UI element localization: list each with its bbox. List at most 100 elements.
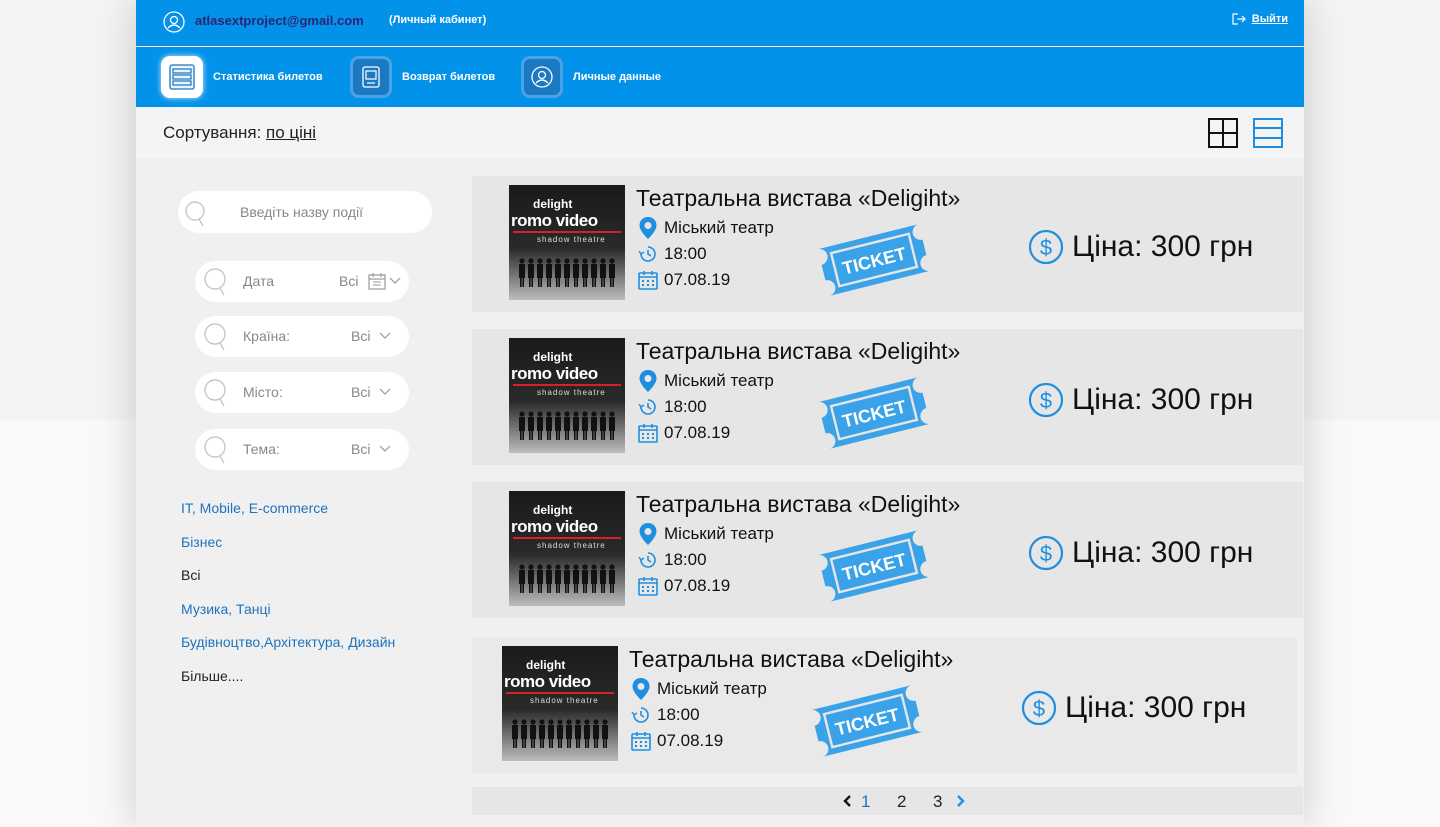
time-text: 18:00 bbox=[664, 244, 707, 263]
poster-main-text: romo video bbox=[511, 364, 598, 383]
event-time: 18:00 bbox=[631, 705, 700, 725]
date-text: 07.08.19 bbox=[664, 576, 731, 595]
page-link-1[interactable]: 1 bbox=[861, 792, 870, 812]
event-search-input[interactable]: Введіть назву події bbox=[178, 191, 432, 233]
event-venue: Міський театр bbox=[631, 677, 767, 701]
ticket-icon[interactable]: TICKET bbox=[812, 373, 936, 453]
personal-data-icon bbox=[521, 56, 563, 98]
nav-label-personal-data: Личные данные bbox=[573, 71, 661, 83]
category-link-architecture[interactable]: Будівноцтво,Архітектура, Дизайн bbox=[181, 634, 395, 650]
date-text: 07.08.19 bbox=[657, 731, 724, 750]
poster-line bbox=[513, 384, 621, 386]
event-price: $ Ціна: 300 грн bbox=[1028, 535, 1253, 571]
top-bar: atlasextproject@gmail.com (Личный кабине… bbox=[136, 0, 1304, 46]
category-all[interactable]: Всі bbox=[181, 567, 200, 583]
next-page-icon[interactable] bbox=[956, 795, 966, 807]
event-price: $ Ціна: 300 грн bbox=[1021, 690, 1246, 726]
event-card[interactable]: delight romo video shadow theatre Театральн… bbox=[472, 329, 1303, 465]
theme-filter[interactable]: Тема: Всі bbox=[195, 429, 409, 470]
date-filter-value: Всі bbox=[339, 273, 359, 289]
event-time: 18:00 bbox=[638, 244, 707, 264]
theme-filter-value: Всі bbox=[351, 441, 371, 457]
poster-sub-text: shadow theatre bbox=[537, 541, 606, 550]
price-text: Ціна: 300 грн bbox=[1072, 230, 1254, 263]
category-link-business[interactable]: Бізнес bbox=[181, 534, 222, 550]
search-icon bbox=[204, 323, 226, 351]
user-email[interactable]: atlasextproject@gmail.com bbox=[195, 13, 364, 28]
price-text: Ціна: 300 грн bbox=[1065, 691, 1247, 724]
event-date: 07.08.19 bbox=[638, 576, 730, 596]
theme-filter-label: Тема: bbox=[243, 441, 280, 457]
event-date: 07.08.19 bbox=[631, 731, 723, 751]
logout-icon bbox=[1232, 13, 1246, 25]
event-venue: Міський театр bbox=[638, 216, 774, 240]
city-filter[interactable]: Місто: Всі bbox=[195, 372, 409, 413]
svg-text:$: $ bbox=[1033, 696, 1045, 721]
event-price: $ Ціна: 300 грн bbox=[1028, 229, 1253, 265]
nav-item-personal-data[interactable]: Личные данные bbox=[521, 56, 661, 98]
poster-top-text: delight bbox=[533, 197, 573, 211]
time-text: 18:00 bbox=[664, 550, 707, 569]
location-pin-icon bbox=[632, 678, 650, 700]
category-link-it[interactable]: IT, Mobile, E-commerce bbox=[181, 500, 328, 516]
chevron-down-icon bbox=[389, 277, 401, 284]
event-venue: Міський театр bbox=[638, 369, 774, 393]
calendar-icon bbox=[638, 271, 658, 290]
poster-sub-text: shadow theatre bbox=[537, 235, 606, 244]
event-title[interactable]: Театральна вистава «Deligiht» bbox=[636, 185, 960, 212]
filter-sidebar: Введіть назву події Дата Всі Країна: Всі… bbox=[136, 158, 472, 827]
event-poster[interactable]: delight romo video shadow theatre bbox=[502, 646, 618, 761]
dollar-icon: $ bbox=[1021, 690, 1057, 726]
ticket-return-icon bbox=[350, 56, 392, 98]
event-poster[interactable]: delight romo video shadow theatre bbox=[509, 338, 625, 453]
category-link-music[interactable]: Музика, Танці bbox=[181, 601, 271, 617]
price-text: Ціна: 300 грн bbox=[1072, 383, 1254, 416]
event-title[interactable]: Театральна вистава «Deligiht» bbox=[629, 646, 953, 673]
time-text: 18:00 bbox=[657, 705, 700, 724]
prev-page-icon[interactable] bbox=[842, 795, 852, 807]
pagination: 1 2 3 bbox=[472, 787, 1303, 815]
nav-label-ticket-stats: Статистика билетов bbox=[213, 71, 323, 83]
event-card[interactable]: delight romo video shadow theatre Театральн… bbox=[472, 176, 1303, 312]
country-filter-label: Країна: bbox=[243, 328, 291, 344]
nav-item-ticket-return[interactable]: Возврат билетов bbox=[350, 56, 495, 98]
event-poster[interactable]: delight romo video shadow theatre bbox=[509, 491, 625, 606]
page-link-3[interactable]: 3 bbox=[933, 792, 942, 812]
search-icon bbox=[204, 268, 226, 296]
personal-cabinet-label[interactable]: (Личный кабинет) bbox=[389, 14, 486, 26]
country-filter[interactable]: Країна: Всі bbox=[195, 316, 409, 357]
poster-line bbox=[513, 537, 621, 539]
svg-text:$: $ bbox=[1040, 235, 1052, 260]
event-card[interactable]: delight romo video shadow theatre Театральн… bbox=[472, 637, 1297, 773]
ticket-icon[interactable]: TICKET bbox=[805, 681, 929, 761]
logout-button[interactable]: Выйти bbox=[1232, 13, 1288, 25]
city-filter-label: Місто: bbox=[243, 384, 283, 400]
sort-control[interactable]: Сортування: по ціні bbox=[163, 123, 316, 143]
category-more[interactable]: Більше.... bbox=[181, 668, 243, 684]
page-link-2[interactable]: 2 bbox=[897, 792, 906, 812]
venue-text: Міський театр bbox=[664, 218, 774, 237]
sort-value[interactable]: по ціні bbox=[266, 123, 316, 142]
ticket-icon[interactable]: TICKET bbox=[812, 220, 936, 300]
nav-item-ticket-stats[interactable]: Статистика билетов bbox=[161, 56, 323, 98]
venue-text: Міський театр bbox=[657, 679, 767, 698]
chevron-down-icon bbox=[379, 388, 391, 395]
ticket-icon[interactable]: TICKET bbox=[812, 526, 936, 606]
event-title[interactable]: Театральна вистава «Deligiht» bbox=[636, 491, 960, 518]
poster-top-text: delight bbox=[526, 658, 566, 672]
list-view-icon[interactable] bbox=[1253, 118, 1283, 148]
date-filter[interactable]: Дата Всі bbox=[195, 261, 409, 302]
grid-view-icon[interactable] bbox=[1208, 118, 1238, 148]
poster-main-text: romo video bbox=[511, 517, 598, 536]
search-icon bbox=[204, 379, 226, 407]
ticket-stats-icon bbox=[161, 56, 203, 98]
event-date: 07.08.19 bbox=[638, 423, 730, 443]
event-date: 07.08.19 bbox=[638, 270, 730, 290]
search-placeholder: Введіть назву події bbox=[240, 204, 363, 220]
search-icon bbox=[185, 201, 205, 227]
event-poster[interactable]: delight romo video shadow theatre bbox=[509, 185, 625, 300]
event-card[interactable]: delight romo video shadow theatre Театральн… bbox=[472, 482, 1303, 618]
clock-icon bbox=[638, 399, 656, 415]
event-title[interactable]: Театральна вистава «Deligiht» bbox=[636, 338, 960, 365]
price-text: Ціна: 300 грн bbox=[1072, 536, 1254, 569]
